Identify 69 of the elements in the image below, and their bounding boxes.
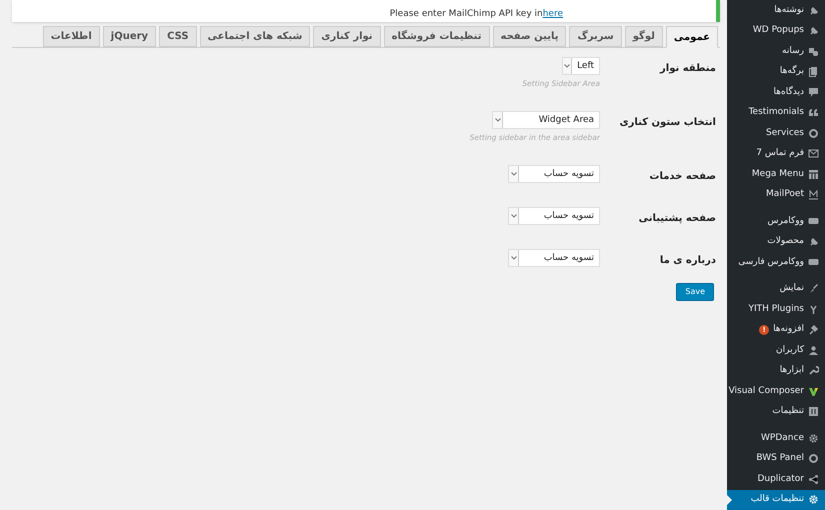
sidebar-menu-item[interactable]: تنظیمات: [727, 402, 825, 422]
chevron-down-icon: [510, 256, 516, 260]
save-button[interactable]: Save: [676, 283, 714, 301]
settings-tab[interactable]: نوار کناری: [313, 26, 381, 47]
gear-icon: [808, 432, 819, 444]
sidebar-menu-item[interactable]: WPDance: [727, 428, 825, 448]
pushpin-icon: [808, 4, 819, 16]
select-dropdown[interactable]: Widget Area: [492, 111, 600, 129]
user-icon: [808, 344, 819, 356]
pushpin-icon: [808, 25, 819, 36]
settings-tab[interactable]: CSS: [159, 26, 197, 47]
settings-tab[interactable]: لوگو: [624, 26, 663, 47]
colored-logo-icon: [808, 386, 819, 397]
sidebar-menu-item[interactable]: WD Popups: [727, 20, 825, 41]
grid-icon: [808, 168, 819, 180]
select-dropdown[interactable]: تسویه حساب: [508, 249, 600, 267]
quote-icon: [808, 107, 819, 118]
letter-m-icon: [808, 189, 819, 200]
media-icon: [808, 46, 819, 57]
current-pointer: [727, 494, 732, 504]
settings-tab[interactable]: پایین صفحه: [492, 26, 566, 47]
envelope-icon: [808, 148, 819, 160]
notice-text: Please enter MailChimp API key in: [390, 8, 543, 20]
select-dropdown[interactable]: تسویه حساب: [508, 165, 600, 183]
select-dropdown[interactable]: Left: [562, 57, 600, 75]
gear-icon: [808, 494, 819, 506]
sidebar-menu-item[interactable]: YITH Plugins: [727, 299, 825, 320]
settings-tab[interactable]: سربرگ: [569, 26, 622, 47]
letter-y-icon: [808, 304, 819, 315]
field-label: انتخاب ستون کناری: [618, 116, 717, 130]
sidebar-menu-item[interactable]: رسانه: [727, 41, 825, 62]
sidebar-menu-item[interactable]: ابزارها: [727, 360, 825, 381]
pushpin-icon: [808, 236, 819, 248]
notice-link[interactable]: here: [542, 8, 563, 21]
settings-tab[interactable]: اطلاعات: [42, 26, 100, 47]
field-label: منطقه نوار: [658, 62, 717, 76]
sidebar-menu-item[interactable]: نمایش: [727, 278, 825, 299]
share-icon: [808, 474, 819, 485]
sidebar-menu-item[interactable]: ووکامرس: [727, 211, 825, 232]
field-label: صفحه پشتیبانی: [638, 212, 717, 226]
ring-icon: [808, 128, 819, 139]
sidebar-menu-item[interactable]: Testimonials: [727, 102, 825, 123]
field-label: صفحه خدمات: [648, 170, 717, 184]
sidebar-menu-item[interactable]: Visual Composer: [727, 381, 825, 402]
chevron-down-icon: [494, 118, 500, 122]
sidebar-menu-item[interactable]: Mega Menu: [727, 164, 825, 184]
field-label: درباره ی ما: [658, 254, 717, 268]
sidebar-menu-item[interactable]: دیدگاه‌ها: [727, 82, 825, 102]
sidebar-menu-item[interactable]: تنظیمات قالب: [727, 490, 825, 510]
settings-tab[interactable]: عمومی: [666, 26, 718, 48]
sidebar-menu-item[interactable]: MailPoet: [727, 184, 825, 205]
sidebar-menu-item[interactable]: برگه‌ها: [727, 62, 825, 82]
sidebar-menu-item[interactable]: فرم تماس 7: [727, 144, 825, 164]
chevron-down-icon: [564, 64, 570, 68]
settings-tab[interactable]: jQuery: [102, 26, 156, 47]
sidebar-menu-item[interactable]: کاربران: [727, 340, 825, 360]
sidebar-menu-item[interactable]: ووکامرس فارسی: [727, 252, 825, 272]
sidebar-menu-item[interactable]: Services: [727, 123, 825, 144]
select-dropdown[interactable]: تسویه حساب: [508, 207, 600, 225]
sidebar-menu-item[interactable]: محصولات: [727, 232, 825, 252]
sidebar-menu-item[interactable]: BWS Panel: [727, 448, 825, 469]
settings-tab[interactable]: تنظیمات فروشگاه: [384, 26, 490, 47]
chevron-down-icon: [510, 214, 516, 218]
sidebar-menu-item[interactable]: نوشته‌ها: [727, 0, 825, 20]
settings-tab[interactable]: شبکه های اجتماعی: [200, 26, 310, 47]
sidebar-menu-item[interactable]: Duplicator: [727, 469, 825, 490]
pages-icon: [808, 66, 819, 78]
ring-icon: [808, 453, 819, 464]
chevron-down-icon: [510, 172, 516, 176]
